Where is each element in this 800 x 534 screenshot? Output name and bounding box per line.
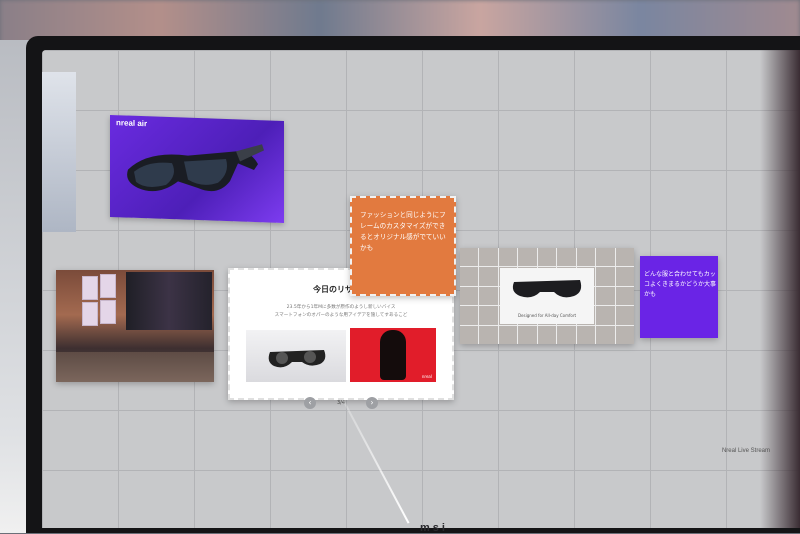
ar-glasses-image [127, 144, 264, 192]
glasses-icon [512, 280, 582, 298]
brand-logo: nreal air [116, 118, 148, 129]
stream-watermark: Nreal Live Stream [721, 448, 770, 454]
orange-sticky-note[interactable]: ファッションと同じようにフレームのカスタマイズができるとオリジナル感がでていいか… [350, 196, 456, 296]
glasses-product-image[interactable] [246, 330, 346, 382]
next-page-button[interactable]: › [365, 397, 378, 409]
model-silhouette [380, 330, 406, 380]
note-text: どんな服と合わせてもカッコよくきまるかどうか大事かも [644, 271, 717, 298]
promo-image-panel[interactable]: nreal air [110, 114, 284, 224]
offscreen-panel[interactable] [42, 72, 76, 232]
glasses-collage-panel[interactable]: Designed for All-day Comfort [460, 248, 634, 344]
wall-display [126, 272, 212, 330]
showroom-photo-panel[interactable] [56, 270, 214, 382]
image-tag: nreal [421, 374, 432, 379]
floor [56, 352, 214, 382]
card-description-line: 23.5年から1年Mに多数が原作のようし新しいバイス [286, 305, 396, 310]
glasses-icon [268, 350, 326, 368]
collage-caption: Designed for All-day Comfort [517, 313, 577, 318]
prev-page-button[interactable]: ‹ [304, 397, 316, 409]
card-pager: ‹ 3/4 › [304, 396, 378, 410]
collage-center: Designed for All-day Comfort [500, 268, 594, 324]
screen-edge [760, 50, 800, 528]
card-description-line: スマートフォンのオパーのような用アイデアを施してすあるこど [274, 313, 408, 318]
laptop-logo: msi [420, 522, 448, 534]
note-text: ファッションと同じようにフレームのカスタマイズができるとオリジナル感がでていいか… [360, 211, 446, 252]
ar-workspace-screen: nreal air 今日のリサーチ 23.5年から1年Mに多数が原作のようし新し… [42, 50, 800, 528]
purple-sticky-note[interactable]: どんな服と合わせてもカッコよくきまるかどうか大事かも [640, 256, 718, 338]
model-image[interactable]: nreal [350, 328, 436, 382]
